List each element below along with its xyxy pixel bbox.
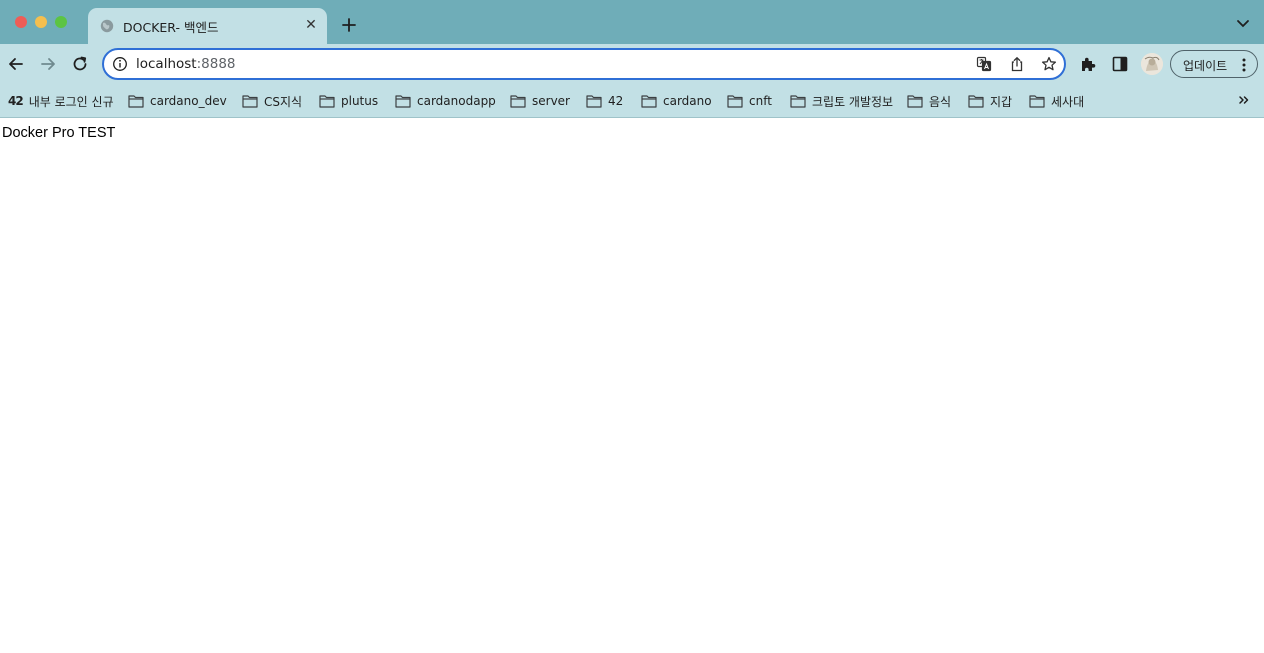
folder-icon [128, 95, 144, 108]
url-text[interactable]: localhost:8888 [136, 56, 236, 72]
folder-icon [790, 95, 806, 108]
bookmark-label: 세사대 [1051, 94, 1085, 109]
page-text: Docker Pro TEST [2, 125, 116, 141]
bookmark-folder[interactable]: cardano [641, 92, 712, 110]
url-port: :8888 [196, 56, 236, 72]
folder-icon [319, 95, 335, 108]
kebab-menu-icon[interactable] [1241, 57, 1247, 73]
translate-icon[interactable] [976, 56, 992, 72]
star-icon[interactable] [1041, 56, 1057, 72]
extensions-puzzle-icon[interactable] [1079, 55, 1097, 73]
bookmark-folder[interactable]: cardano_dev [128, 92, 227, 110]
window-minimize-button[interactable] [35, 16, 47, 28]
page-content: Docker Pro TEST [0, 118, 1264, 653]
profile-avatar[interactable] [1141, 53, 1163, 75]
tab-strip: DOCKER- 백엔드 ✕ [0, 0, 1264, 44]
address-bar[interactable]: localhost:8888 [102, 48, 1066, 80]
bookmark-item[interactable]: 42 내부 로그인 신규 [8, 92, 114, 110]
new-tab-button[interactable] [340, 16, 358, 34]
bookmark-folder[interactable]: 음식 [907, 92, 951, 110]
42-logo-icon: 42 [8, 94, 24, 108]
folder-icon [510, 95, 526, 108]
bookmark-label: cardano [663, 94, 712, 108]
update-label: 업데이트 [1183, 59, 1228, 73]
avatar-image-icon [1141, 53, 1163, 75]
bookmark-label: CS지식 [264, 94, 303, 109]
bookmark-folder[interactable]: 크립토 개발정보 [790, 92, 893, 110]
bookmark-folder[interactable]: cardanodapp [395, 92, 496, 110]
bookmark-folder[interactable]: 세사대 [1029, 92, 1084, 110]
share-icon[interactable] [1009, 56, 1025, 72]
toolbar: localhost:8888 업데이트 [0, 44, 1264, 84]
folder-icon [641, 95, 657, 108]
folder-icon [727, 95, 743, 108]
window-zoom-button[interactable] [55, 16, 67, 28]
bookmark-label: 지갑 [990, 94, 1013, 109]
forward-arrow-icon[interactable] [38, 54, 58, 74]
close-icon[interactable]: ✕ [304, 18, 318, 32]
bookmark-folder[interactable]: 지갑 [968, 92, 1012, 110]
update-button[interactable]: 업데이트 [1170, 50, 1258, 78]
more-bookmarks-chevron-icon[interactable] [1237, 93, 1251, 107]
bookmark-label: 내부 로그인 신규 [28, 94, 114, 109]
bookmark-folder[interactable]: plutus [319, 92, 378, 110]
folder-icon [1029, 95, 1045, 108]
globe-icon [100, 19, 114, 33]
bookmark-folder[interactable]: server [510, 92, 570, 110]
bookmark-label: server [532, 94, 570, 108]
browser-window: DOCKER- 백엔드 ✕ localhost:8888 업데이트 42 내부 … [0, 0, 1264, 653]
bookmark-label: cardanodapp [417, 94, 496, 108]
folder-icon [968, 95, 984, 108]
tab-active[interactable]: DOCKER- 백엔드 ✕ [88, 8, 327, 44]
bookmark-label: plutus [341, 94, 379, 108]
tab-title: DOCKER- 백엔드 [123, 20, 219, 35]
reload-icon[interactable] [70, 54, 90, 74]
side-panel-icon[interactable] [1111, 55, 1129, 73]
bookmark-label: 크립토 개발정보 [812, 94, 894, 109]
bookmarks-bar: 42 내부 로그인 신규 cardano_dev CS지식 plutus car… [0, 84, 1264, 118]
back-arrow-icon[interactable] [6, 54, 26, 74]
folder-icon [395, 95, 411, 108]
folder-icon [586, 95, 602, 108]
bookmark-folder[interactable]: CS지식 [242, 92, 302, 110]
window-close-button[interactable] [15, 16, 27, 28]
folder-icon [907, 95, 923, 108]
info-icon[interactable] [112, 56, 128, 72]
chevron-down-icon[interactable] [1236, 19, 1250, 29]
bookmark-label: cardano_dev [150, 94, 227, 108]
bookmark-folder[interactable]: 42 [586, 92, 623, 110]
bookmark-label: 음식 [929, 94, 952, 109]
bookmark-label: 42 [608, 94, 624, 108]
folder-icon [242, 95, 258, 108]
url-host: localhost [136, 56, 197, 72]
bookmark-label: cnft [749, 94, 772, 108]
bookmark-folder[interactable]: cnft [727, 92, 772, 110]
